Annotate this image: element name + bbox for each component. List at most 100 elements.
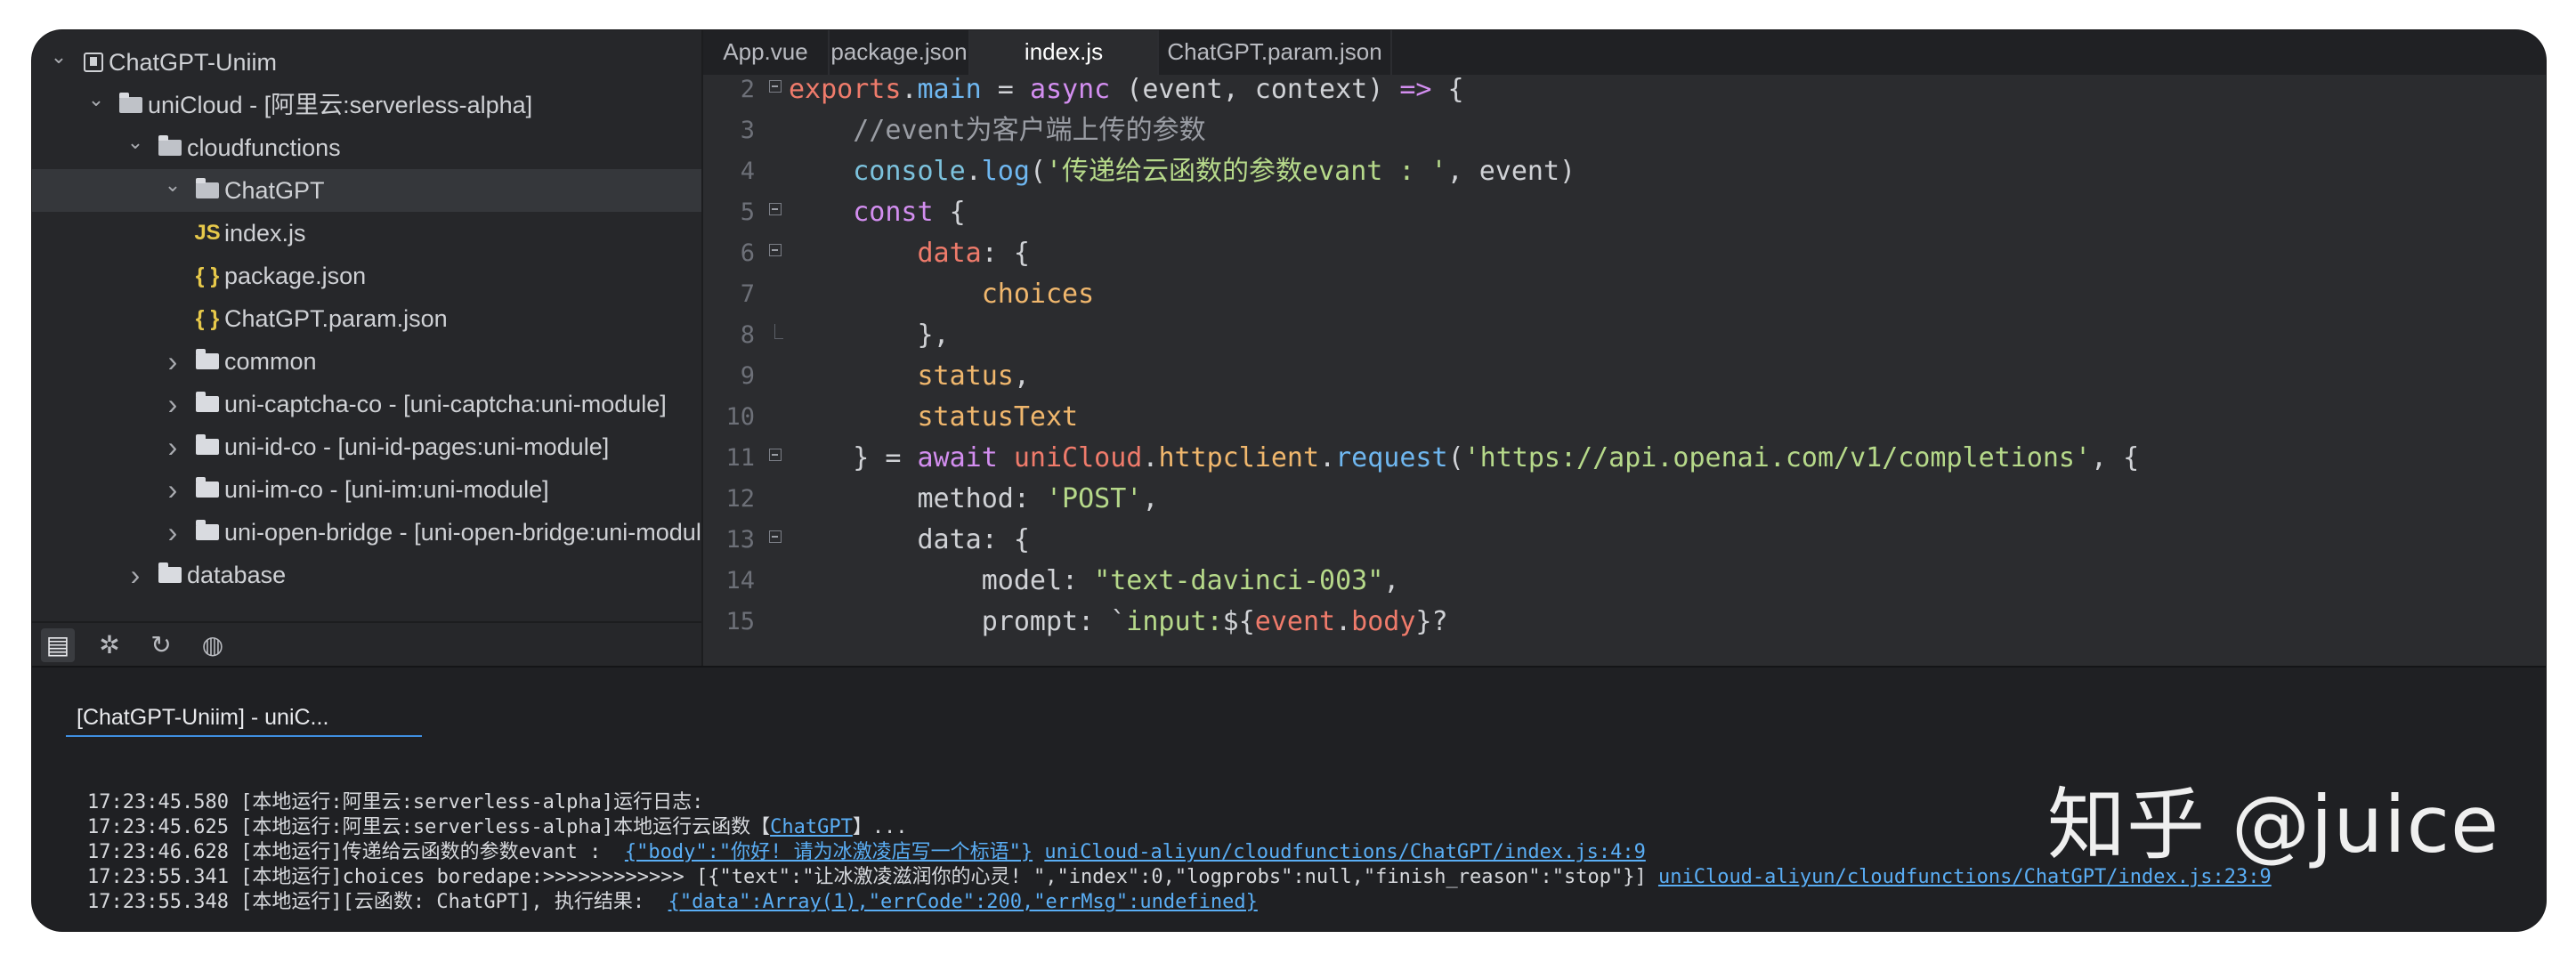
file-tree: ⌄ ChatGPT-Uniim ⌄ uniCloud - [阿里云:serverles… bbox=[32, 41, 701, 596]
tree-item[interactable]: JS index.js bbox=[32, 212, 701, 255]
code-line: 5 const { bbox=[703, 192, 2546, 233]
chevron-right-icon[interactable]: › bbox=[162, 425, 183, 468]
tree-item-label: common bbox=[224, 348, 317, 375]
console-link[interactable]: {"body":"你好! 请为冰激凌店写一个标语"} bbox=[625, 841, 1033, 863]
refresh-icon[interactable]: ↻ bbox=[144, 628, 178, 662]
bug-icon[interactable]: ✲ bbox=[93, 628, 126, 662]
files-icon[interactable]: ▤ bbox=[41, 628, 75, 662]
tree-item-label: ChatGPT.param.json bbox=[224, 305, 448, 332]
tab-index-js[interactable]: index.js bbox=[970, 30, 1159, 75]
folder-icon bbox=[155, 554, 185, 596]
chevron-right-icon[interactable]: › bbox=[162, 511, 183, 554]
fold-toggle-icon[interactable] bbox=[769, 203, 782, 215]
tree-item[interactable]: › uni-open-bridge - [uni-open-bridge:uni-… bbox=[32, 511, 701, 554]
console-log-line: 17:23:45.625 [本地运行:阿里云:serverless-alpha]… bbox=[87, 816, 908, 838]
code-text: //event为客户端上传的参数 bbox=[853, 115, 1206, 146]
fold-toggle-icon[interactable] bbox=[769, 80, 782, 93]
console-link[interactable]: {"data":Array(1),"errCode":200,"errMsg":… bbox=[668, 891, 1258, 913]
chevron-right-icon[interactable]: › bbox=[125, 554, 146, 596]
chevron-down-icon[interactable]: ⌄ bbox=[85, 84, 107, 121]
tree-item[interactable]: › uni-captcha-co - [uni-captcha:uni-modul… bbox=[32, 383, 701, 425]
line-number: 7 bbox=[740, 280, 755, 308]
code-line: 3 //event为客户端上传的参数 bbox=[703, 110, 2546, 151]
folder-icon bbox=[192, 340, 223, 383]
console-tab[interactable]: [ChatGPT-Uniim] - uniC... bbox=[66, 700, 422, 737]
console-link[interactable]: ChatGPT bbox=[770, 816, 853, 838]
fold-toggle-icon[interactable] bbox=[769, 449, 782, 461]
tree-item[interactable]: › common bbox=[32, 340, 701, 383]
chevron-down-icon[interactable]: ⌄ bbox=[48, 41, 69, 78]
code-text: exports.main = async (event, context) =>… bbox=[789, 75, 1464, 105]
tree-item[interactable]: ⌄ ChatGPT bbox=[32, 169, 701, 212]
chevron-right-icon[interactable]: › bbox=[162, 383, 183, 425]
code-text: data: { bbox=[917, 238, 1030, 269]
console-link[interactable]: uniCloud-aliyun/cloudfunctions/ChatGPT/i… bbox=[1044, 841, 1646, 863]
code-line: 6 data: { bbox=[703, 233, 2546, 274]
tree-item-label: uni-id-co - [uni-id-pages:uni-module] bbox=[224, 433, 610, 460]
code-line: 7 choices bbox=[703, 274, 2546, 315]
folder-icon bbox=[155, 126, 185, 169]
code-line: 8 }, bbox=[703, 315, 2546, 356]
line-number: 15 bbox=[725, 608, 755, 635]
code-line: 2 exports.main = async (event, context) =… bbox=[703, 75, 2546, 110]
fold-toggle-icon[interactable] bbox=[769, 244, 782, 256]
line-number: 8 bbox=[740, 321, 755, 349]
line-number: 4 bbox=[740, 158, 755, 185]
tree-item-label: package.json bbox=[224, 263, 367, 289]
code-line: 9 status, bbox=[703, 356, 2546, 397]
line-number: 13 bbox=[725, 526, 755, 554]
code-text: statusText bbox=[917, 401, 1079, 433]
chevron-right-icon[interactable]: › bbox=[162, 468, 183, 511]
chevron-right-icon[interactable]: › bbox=[162, 340, 183, 383]
json-file-icon: { } bbox=[195, 306, 220, 331]
tree-item[interactable]: ⌄ cloudfunctions bbox=[32, 126, 701, 169]
tree-item-label: uniCloud - [阿里云:serverless-alpha] bbox=[148, 92, 533, 118]
folder-icon bbox=[192, 425, 223, 468]
tree-item[interactable]: ⌄ uniCloud - [阿里云:serverless-alpha] bbox=[32, 84, 701, 126]
code-text: prompt: `input:${event.body}? bbox=[789, 606, 1448, 637]
chevron-down-icon[interactable]: ⌄ bbox=[125, 126, 146, 164]
fold-end-marker bbox=[774, 324, 783, 339]
tree-item[interactable]: { } ChatGPT.param.json bbox=[32, 297, 701, 340]
line-number: 12 bbox=[725, 485, 755, 513]
chevron-down-icon[interactable]: ⌄ bbox=[162, 169, 183, 206]
tab-chatgpt-param-json[interactable]: ChatGPT.param.json bbox=[1159, 30, 1392, 75]
code-line: 4 console.log('传递给云函数的参数evant : ', event… bbox=[703, 151, 2546, 192]
line-number: 9 bbox=[740, 362, 755, 390]
console-log-line: 17:23:46.628 [本地运行]传递给云函数的参数evant : {"bo… bbox=[87, 841, 1646, 863]
tree-item[interactable]: › database bbox=[32, 554, 701, 596]
tree-item-label: ChatGPT bbox=[224, 177, 325, 204]
tree-item[interactable]: › uni-id-co - [uni-id-pages:uni-module] bbox=[32, 425, 701, 468]
code-line: 11 } = await uniCloud.httpclient.request… bbox=[703, 438, 2546, 479]
code-text: status, bbox=[917, 360, 1030, 392]
code-text: choices bbox=[981, 279, 1095, 310]
line-number: 5 bbox=[740, 198, 755, 226]
console-log-line: 17:23:55.348 [本地运行][云函数: ChatGPT], 执行结果:… bbox=[87, 891, 1258, 913]
line-number: 11 bbox=[725, 444, 755, 472]
tree-item-label: uni-im-co - [uni-im:uni-module] bbox=[224, 476, 549, 503]
console-log-line: 17:23:55.341 [本地运行]choices boredape:>>>>… bbox=[87, 866, 2272, 888]
line-number: 6 bbox=[740, 239, 755, 267]
code-editor[interactable]: 2 exports.main = async (event, context) =… bbox=[703, 75, 2546, 666]
tree-item[interactable]: › uni-im-co - [uni-im:uni-module] bbox=[32, 468, 701, 511]
code-line: 15 prompt: `input:${event.body}? bbox=[703, 602, 2546, 643]
tree-item-label: index.js bbox=[224, 220, 306, 247]
code-line: 14 model: "text-davinci-003", bbox=[703, 561, 2546, 602]
tree-item[interactable]: ⌄ ChatGPT-Uniim bbox=[32, 41, 701, 84]
tree-item[interactable]: { } package.json bbox=[32, 255, 701, 297]
project-explorer: ⌄ ChatGPT-Uniim ⌄ uniCloud - [阿里云:serverles… bbox=[32, 30, 703, 668]
code-text: model: "text-davinci-003", bbox=[789, 565, 1400, 596]
tab-package-json[interactable]: package.json bbox=[830, 30, 970, 75]
code-line: 12 method: 'POST', bbox=[703, 479, 2546, 520]
code-text: const { bbox=[853, 197, 966, 228]
folder-icon bbox=[192, 383, 223, 425]
folder-icon bbox=[192, 511, 223, 554]
tree-item-label: uni-open-bridge - [uni-open-bridge:uni-m… bbox=[224, 519, 701, 546]
tab-app-vue[interactable]: App.vue bbox=[703, 30, 830, 75]
editor-tabs: App.vue package.json index.js ChatGPT.param… bbox=[703, 30, 2546, 75]
fold-toggle-icon[interactable] bbox=[769, 530, 782, 543]
folder-icon bbox=[116, 84, 146, 126]
globe-icon[interactable]: ◍ bbox=[196, 628, 230, 662]
code-text: }, bbox=[789, 320, 950, 351]
tree-item-label: ChatGPT-Uniim bbox=[109, 49, 278, 76]
